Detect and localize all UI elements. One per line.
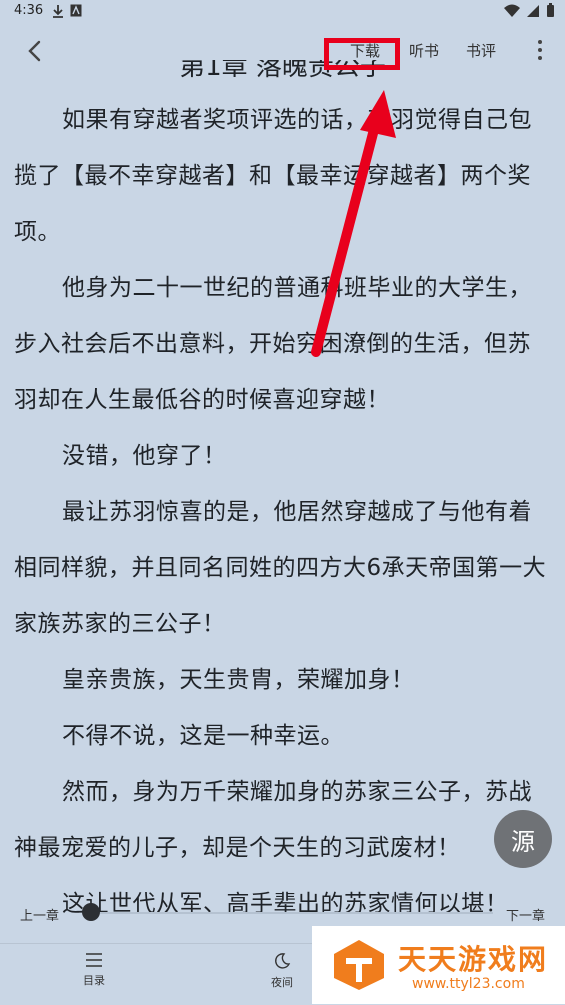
night-mode-button[interactable]: 夜间 — [252, 952, 312, 990]
listen-button[interactable]: 听书 — [409, 40, 439, 61]
status-bar: 4:36 — [0, 0, 565, 24]
battery-icon — [547, 3, 554, 17]
paragraph: 如果有穿越者奖项评选的话，苏羽觉得自己包揽了【最不幸穿越者】和【最幸运穿越者】两… — [14, 107, 532, 245]
catalog-icon — [86, 953, 102, 967]
catalog-label: 目录 — [83, 974, 105, 987]
cell-signal-icon — [527, 4, 539, 17]
moon-icon — [275, 953, 291, 969]
paragraph: 然而，身为万千荣耀加身的苏家三公子，苏战神最宠爱的儿子，却是个天生的习武废材！ — [14, 779, 532, 861]
watermark-url: www.ttyl23.com — [412, 976, 525, 992]
paragraph: 最让苏羽惊喜的是，他居然穿越成了与他有着相同样貌，并且同名同姓的四方大6承天帝国… — [14, 499, 547, 637]
prev-chapter-button[interactable]: 上一章 — [20, 905, 59, 924]
source-button[interactable]: 源 — [494, 810, 552, 868]
paragraph: 他身为二十一世纪的普通科班毕业的大学生，步入社会后不出意料，开始穷困潦倒的生活，… — [14, 275, 532, 413]
watermark-title: 天天游戏网 — [398, 943, 549, 976]
source-button-label: 源 — [511, 827, 535, 856]
next-chapter-button[interactable]: 下一章 — [506, 905, 545, 924]
download-status-icon — [53, 5, 63, 18]
review-button[interactable]: 书评 — [466, 40, 496, 61]
chapter-title: 第1章 落魄贵公子 — [0, 60, 565, 78]
wifi-icon — [504, 4, 520, 17]
status-time: 4:36 — [14, 3, 44, 18]
download-highlight-box — [324, 38, 400, 70]
chapter-slider-row: 上一章 下一章 — [0, 900, 565, 926]
chapter-progress-thumb[interactable] — [82, 903, 100, 921]
catalog-button[interactable]: 目录 — [64, 952, 124, 988]
app-notification-icon — [70, 4, 82, 17]
paragraph: 没错，他穿了！ — [62, 443, 227, 469]
chapter-progress-track[interactable] — [84, 912, 493, 914]
more-options-icon[interactable] — [533, 38, 547, 62]
reading-content: 如果有穿越者奖项评选的话，苏羽觉得自己包揽了【最不幸穿越者】和【最幸运穿越者】两… — [14, 92, 550, 932]
paragraph: 不得不说，这是一种幸运。 — [62, 723, 344, 749]
paragraph: 皇亲贵族，天生贵胄，荣耀加身！ — [62, 667, 415, 693]
night-mode-label: 夜间 — [271, 976, 293, 989]
watermark-logo-icon — [334, 940, 384, 990]
site-watermark: 天天游戏网 www.ttyl23.com — [312, 926, 565, 1004]
